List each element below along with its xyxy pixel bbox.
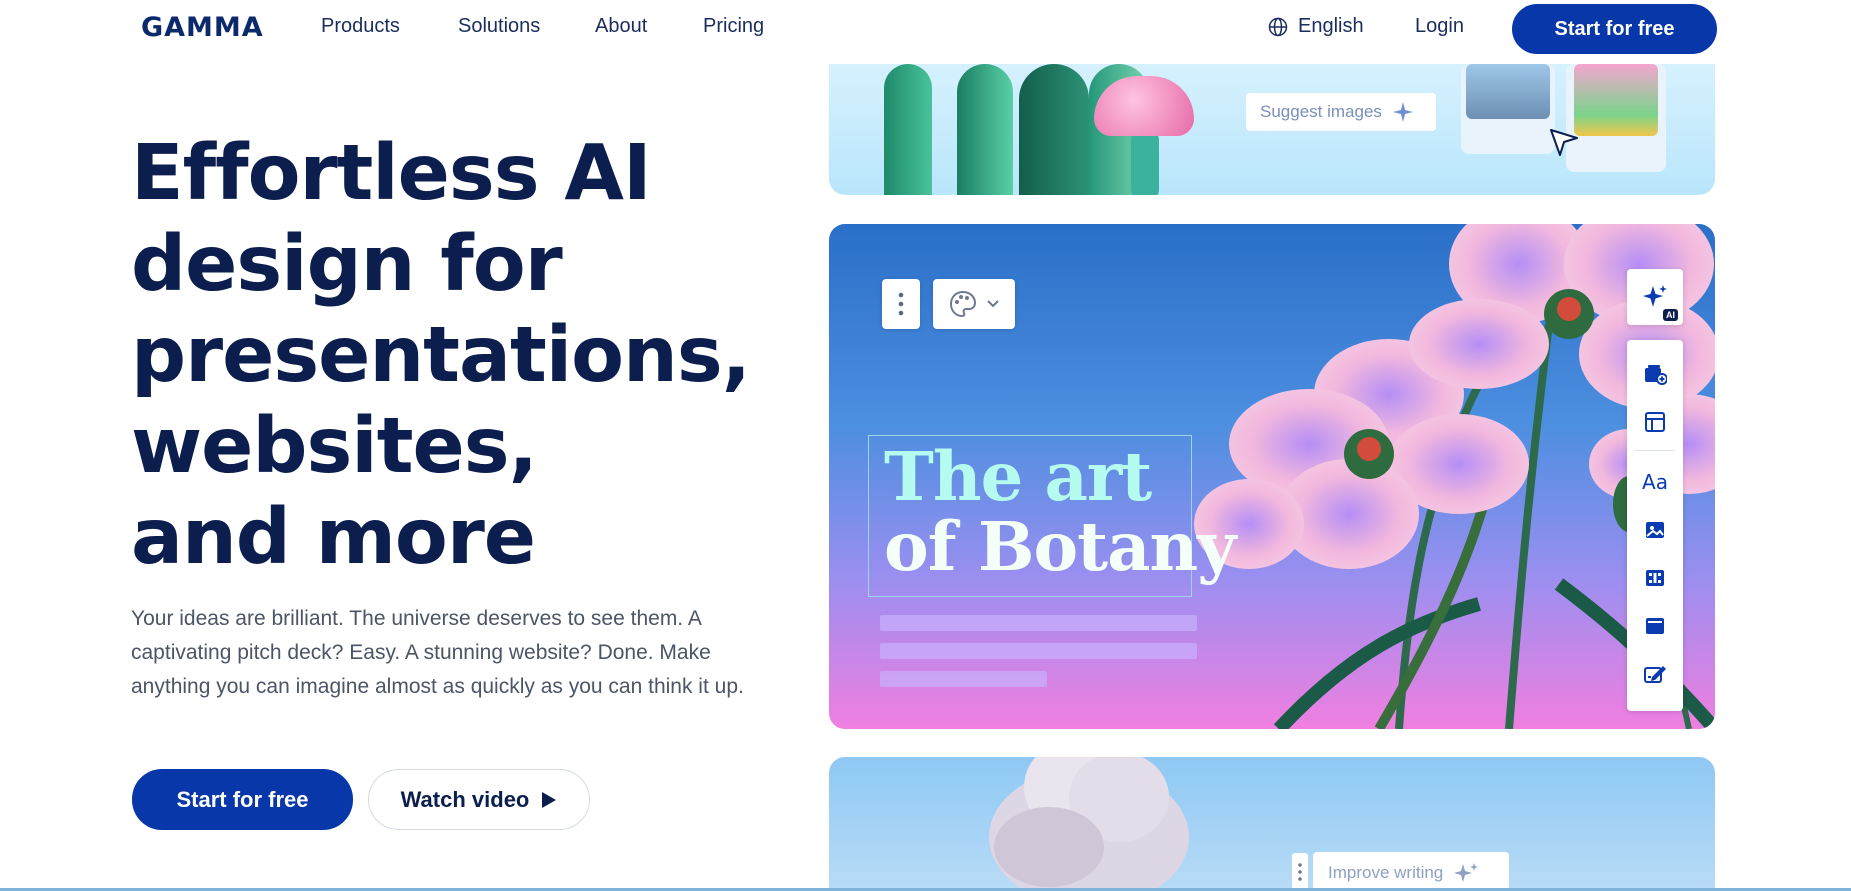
headline-line-1: Effortless AI	[131, 129, 652, 218]
image-icon[interactable]	[1643, 518, 1667, 542]
nav-products[interactable]: Products	[321, 15, 400, 38]
edit-icon[interactable]	[1643, 662, 1667, 686]
nav-pricing[interactable]: Pricing	[703, 15, 764, 38]
headline-line-4: websites,	[131, 402, 538, 491]
slide-title[interactable]: The art of Botany	[884, 437, 1236, 586]
card-menu-button[interactable]	[882, 279, 920, 329]
sparkle-icon	[1643, 285, 1667, 307]
improve-writing-label: Improve writing	[1328, 863, 1444, 882]
nav-start-free-button[interactable]: Start for free	[1512, 4, 1717, 54]
ai-badge: AI	[1663, 309, 1678, 321]
nav-solutions[interactable]: Solutions	[458, 15, 540, 38]
image-suggestion-thumb	[1466, 64, 1550, 119]
image-suggestion-thumb	[1574, 64, 1658, 136]
card-menu-button[interactable]	[1292, 853, 1308, 891]
cursor-icon	[1550, 129, 1578, 156]
cloud-illustration	[989, 757, 1189, 891]
slide-title-line-1: The art	[884, 437, 1152, 516]
plant-stalk	[1019, 64, 1089, 195]
hero-subtext: Your ideas are brilliant. The universe d…	[131, 607, 744, 698]
nav-about[interactable]: About	[595, 15, 647, 38]
top-nav: GAMMA Products Solutions About Pricing E…	[0, 0, 1851, 56]
headline-line-2: design for	[131, 220, 563, 309]
play-icon	[542, 791, 557, 808]
video-icon[interactable]	[1643, 566, 1667, 590]
side-toolbar: Aa	[1627, 340, 1683, 711]
toolbar-divider	[1635, 450, 1675, 451]
more-vertical-icon	[1298, 863, 1302, 881]
add-card-icon[interactable]	[1643, 362, 1667, 386]
text-style-icon[interactable]: Aa	[1642, 470, 1668, 494]
headline-line-3: presentations,	[131, 311, 751, 400]
mushroom-stem	[1131, 130, 1159, 195]
improve-writing-button[interactable]: Improve writing	[1313, 852, 1509, 891]
headline-line-5: and more	[131, 493, 536, 582]
hero-start-free-button[interactable]: Start for free	[132, 769, 353, 830]
embed-icon[interactable]	[1643, 614, 1667, 638]
watch-video-label: Watch video	[400, 786, 530, 812]
chevron-down-icon	[987, 300, 999, 308]
ai-assist-button[interactable]: AI	[1627, 269, 1683, 325]
preview-panel-top: Suggest images	[829, 64, 1715, 195]
palette-icon	[949, 290, 977, 318]
theme-palette-button[interactable]	[933, 279, 1015, 329]
suggest-images-label: Suggest images	[1260, 102, 1382, 121]
globe-icon	[1268, 17, 1288, 36]
preview-panel-main: The art of Botany AI Aa	[829, 224, 1715, 729]
placeholder-text-line	[880, 615, 1197, 631]
watch-video-button[interactable]: Watch video	[368, 769, 590, 830]
suggest-images-button[interactable]: Suggest images	[1246, 93, 1436, 131]
plant-stalk	[957, 64, 1013, 195]
slide-title-line-2: of Botany	[884, 507, 1236, 586]
gamma-logo[interactable]: GAMMA	[141, 12, 264, 43]
language-selector[interactable]: English	[1268, 15, 1364, 38]
sparkle-icon	[1392, 102, 1413, 122]
plant-stalk	[884, 64, 932, 195]
sparkle-icon	[1454, 863, 1479, 882]
mushroom-cap	[1094, 76, 1194, 136]
preview-panel-bottom: Improve writing	[829, 757, 1715, 891]
login-link[interactable]: Login	[1415, 15, 1464, 38]
placeholder-text-line	[880, 643, 1197, 659]
placeholder-text-line	[880, 671, 1047, 687]
language-label: English	[1298, 15, 1364, 37]
more-vertical-icon	[898, 292, 904, 316]
layout-icon[interactable]	[1643, 410, 1667, 434]
hero-headline: Effortless AI design for presentations, …	[131, 128, 771, 583]
